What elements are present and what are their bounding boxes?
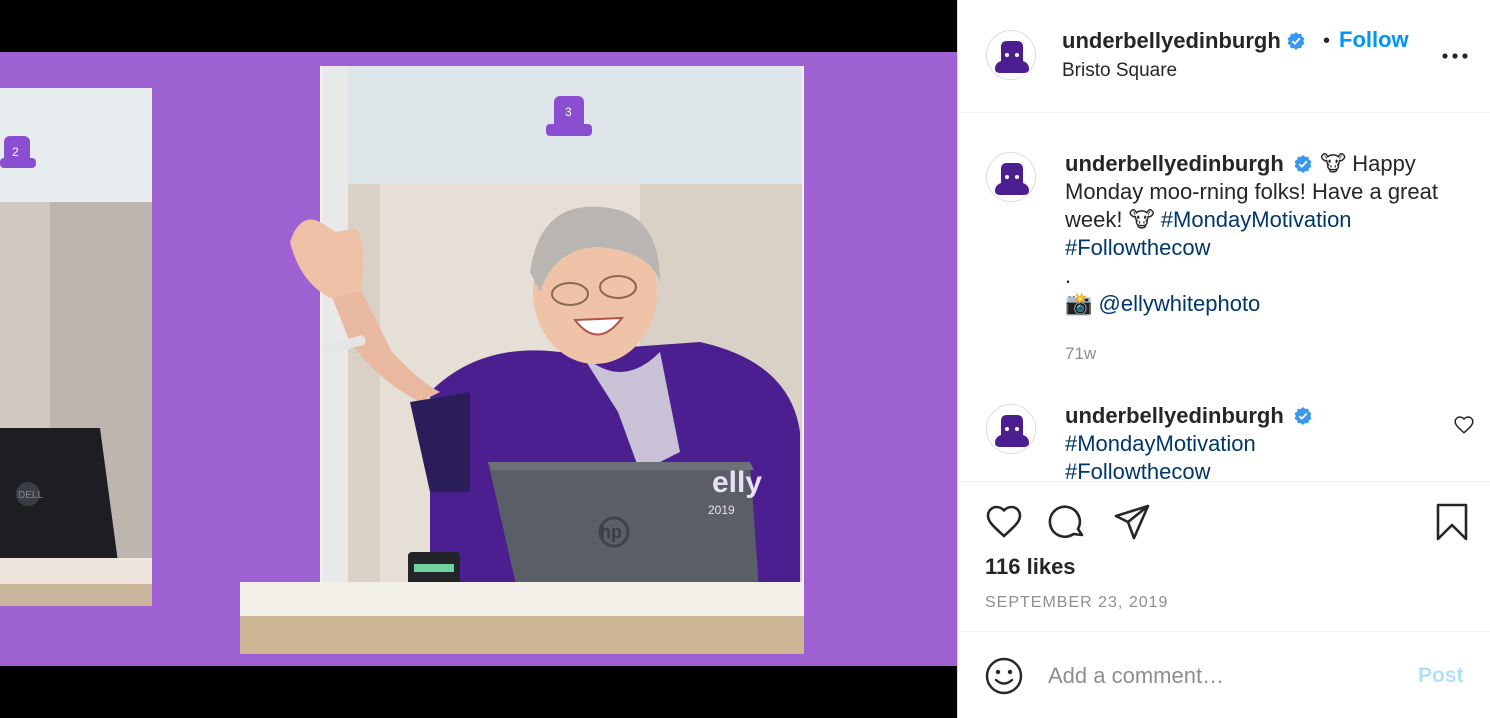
- caption-dot-line: .: [1065, 263, 1072, 288]
- caption-username[interactable]: underbellyedinburgh: [1065, 151, 1284, 176]
- caption-text: underbellyedinburgh 🐮 Happy Monday moo-r…: [1065, 150, 1475, 318]
- header-username[interactable]: underbellyedinburgh: [1062, 28, 1305, 54]
- post-header: underbellyedinburgh • Follow Bristo Squa…: [958, 0, 1490, 113]
- svg-text:2019: 2019: [708, 503, 735, 517]
- header-separator: •: [1323, 30, 1331, 52]
- instagram-post-view: elly 2019 hp DELL 2 3 underbellyedinburg…: [0, 0, 1490, 718]
- avatar[interactable]: [986, 404, 1036, 454]
- emoji-smiley-icon[interactable]: [984, 656, 1024, 696]
- svg-text:2: 2: [12, 145, 19, 159]
- hashtag-link[interactable]: #MondayMotivation: [1065, 431, 1256, 456]
- save-bookmark-icon[interactable]: [1432, 502, 1472, 542]
- comment-input[interactable]: [1048, 658, 1398, 694]
- comment-composer: Post: [958, 631, 1490, 718]
- caption-time[interactable]: 71w: [1065, 344, 1096, 364]
- shirt-logo: elly: [712, 466, 762, 499]
- verified-badge-icon: [1294, 407, 1312, 425]
- like-heart-icon[interactable]: [984, 502, 1024, 542]
- verified-badge-icon: [1294, 155, 1312, 173]
- svg-text:hp: hp: [600, 522, 622, 542]
- follow-button[interactable]: Follow: [1339, 27, 1409, 53]
- cow-emoji: 🐮: [1128, 207, 1155, 232]
- verified-badge-icon: [1287, 32, 1305, 50]
- more-options-icon[interactable]: [1441, 48, 1469, 64]
- svg-text:3: 3: [565, 105, 572, 119]
- post-side-panel: underbellyedinburgh • Follow Bristo Squa…: [957, 0, 1490, 718]
- post-media: elly 2019 hp DELL 2 3: [0, 0, 957, 718]
- camera-emoji: 📸: [1065, 291, 1093, 316]
- underbelly-cow-logo-icon: [987, 405, 1035, 453]
- share-paper-plane-icon[interactable]: [1112, 502, 1152, 542]
- likes-count[interactable]: 116 likes: [985, 554, 1076, 580]
- cow-emoji: 🐮: [1320, 151, 1347, 176]
- post-actions: 116 likes SEPTEMBER 23, 2019: [958, 481, 1490, 631]
- avatar[interactable]: [986, 152, 1036, 202]
- hashtag-link[interactable]: #MondayMotivation: [1161, 207, 1352, 232]
- comments-list[interactable]: underbellyedinburgh 🐮 Happy Monday moo-r…: [958, 114, 1490, 480]
- avatar[interactable]: [986, 30, 1036, 80]
- location-link[interactable]: Bristo Square: [1062, 60, 1177, 82]
- post-comment-button[interactable]: Post: [1418, 664, 1464, 688]
- comment-bubble-icon[interactable]: [1048, 502, 1088, 542]
- svg-text:DELL: DELL: [18, 490, 43, 501]
- underbelly-cow-logo-icon: [987, 31, 1035, 79]
- hashtag-link[interactable]: #Followthecow: [1065, 459, 1211, 480]
- hashtag-link[interactable]: #Followthecow: [1065, 235, 1211, 260]
- header-username-text[interactable]: underbellyedinburgh: [1062, 28, 1281, 54]
- underbelly-cow-logo-icon: [987, 153, 1035, 201]
- like-comment-heart-icon[interactable]: [1453, 414, 1475, 436]
- post-date[interactable]: SEPTEMBER 23, 2019: [985, 594, 1168, 612]
- comment-username[interactable]: underbellyedinburgh: [1065, 403, 1284, 428]
- post-photo[interactable]: elly 2019 hp DELL 2 3: [0, 52, 957, 666]
- mention-link[interactable]: @ellywhitephoto: [1099, 291, 1261, 316]
- comment-text: underbellyedinburgh #MondayMotivation #F…: [1065, 402, 1475, 480]
